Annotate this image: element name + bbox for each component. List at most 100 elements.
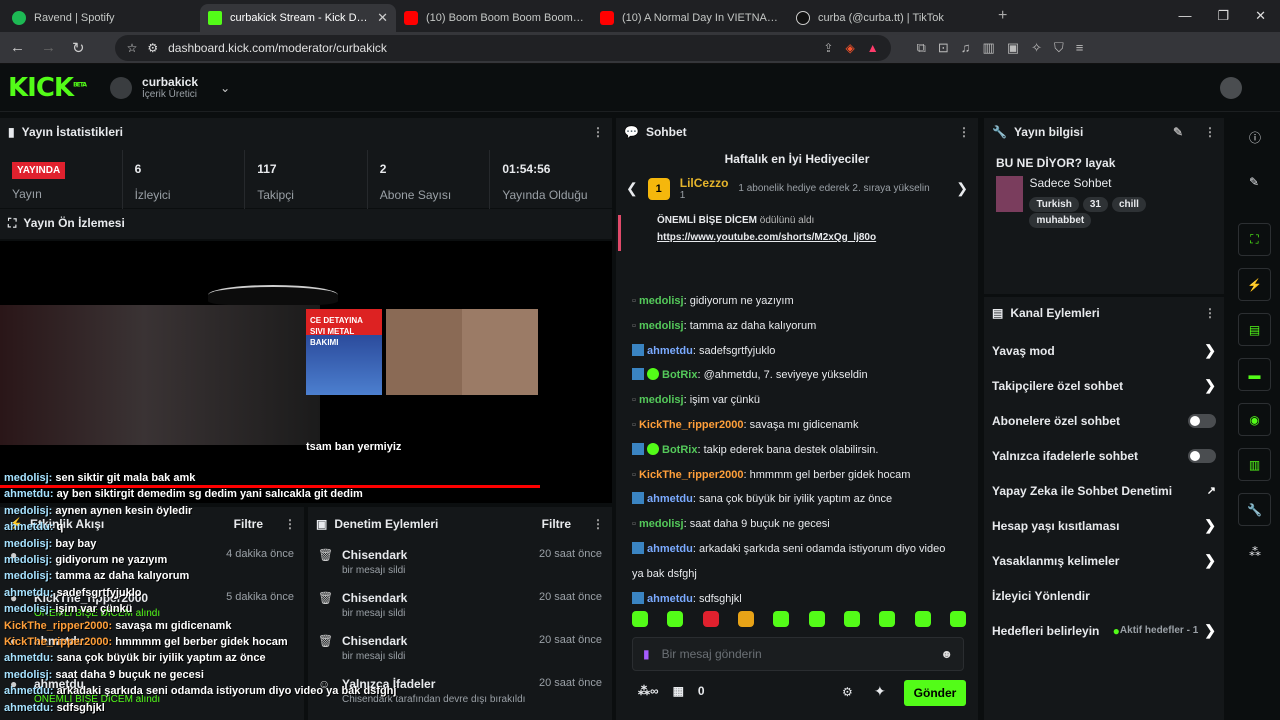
tag[interactable]: chill — [1111, 197, 1146, 212]
reward-link[interactable]: https://www.youtube.com/shorts/M2xQg_lj8… — [657, 232, 978, 251]
rewards-icon[interactable]: ▲ — [867, 41, 879, 55]
user-avatar[interactable] — [1220, 76, 1242, 99]
channel-action-item[interactable]: İzleyici Yönlendir — [984, 578, 1224, 613]
send-button[interactable]: Gönder — [904, 680, 966, 706]
clip-icon[interactable]: ⛶ — [1238, 223, 1271, 256]
emote-icon[interactable] — [737, 611, 754, 627]
stream-preview[interactable]: CE DETAYINA SIVI METAL BAKIMI tsam ban y… — [0, 241, 612, 503]
menu-icon[interactable]: ≡ — [1076, 40, 1084, 56]
tag[interactable]: 31 — [1082, 197, 1108, 212]
emote-icon[interactable] — [808, 611, 825, 627]
channel-switcher[interactable]: curbakick İçerik Üretici — [110, 75, 198, 100]
new-tab-icon[interactable]: + — [998, 7, 1007, 25]
emote-icon[interactable] — [773, 611, 790, 627]
chat-text: : savaşa mı gidicenamk — [743, 418, 859, 431]
more-icon[interactable]: ⋮ — [1204, 125, 1216, 139]
window-controls: — ❐ ✕ — [1178, 8, 1280, 24]
emote-icon[interactable] — [949, 611, 966, 627]
category-name[interactable]: Sadece Sohbet — [1029, 176, 1212, 190]
chat-username[interactable]: medolisj — [639, 394, 684, 406]
lightning-icon[interactable]: ⚡ — [1238, 268, 1271, 301]
sidebar-icon[interactable]: ▥ — [983, 40, 995, 56]
chat-username[interactable]: KickThe_ripper2000 — [639, 419, 744, 431]
channel-action-item[interactable]: Yapay Zeka ile Sohbet Denetimi ↗ — [984, 473, 1224, 508]
close-window-icon[interactable]: ✕ — [1255, 8, 1266, 24]
toggle-switch[interactable] — [1188, 448, 1216, 463]
users-icon[interactable]: ⁂∞ — [638, 684, 659, 698]
brave-shield-icon[interactable]: ◈ — [845, 41, 854, 55]
browser-tab-2[interactable]: (10) Boom Boom Boom Boom - Ukra — [396, 4, 592, 32]
more-icon[interactable]: ⋮ — [958, 125, 970, 139]
wallet-icon[interactable]: ▣ — [1007, 40, 1019, 56]
maximize-icon[interactable]: ❐ — [1217, 8, 1229, 24]
channel-action-item[interactable]: Hedefleri belirleyin ● Aktif hedefler - 1… — [984, 613, 1224, 648]
pencil-icon[interactable]: ✎ — [1249, 175, 1259, 189]
browser-tab-1[interactable]: curbakick Stream - Kick Dashb ✕ — [200, 4, 396, 32]
emote-icon[interactable] — [702, 611, 719, 627]
chat-username[interactable]: ahmetdu — [647, 543, 693, 555]
toggle-switch[interactable] — [1188, 413, 1216, 428]
channel-action-item[interactable]: Yavaş mod ❯ — [984, 333, 1224, 368]
emote-icon[interactable] — [632, 611, 648, 627]
emote-icon[interactable] — [667, 611, 684, 627]
reload-icon[interactable]: ↻ — [72, 39, 85, 57]
browser-tab-4[interactable]: curba (@curba.tt) | TikTok — [788, 4, 984, 32]
chat-username[interactable]: KickThe_ripper2000 — [639, 469, 744, 481]
screenshot-icon[interactable]: ⊡ — [938, 40, 949, 56]
edit-icon[interactable]: ✎ — [1173, 125, 1183, 139]
channel-action-item[interactable]: Takipçilere özel sohbet ❯ — [984, 368, 1224, 403]
emote-icon[interactable] — [914, 611, 931, 627]
bookmark-icon[interactable]: ☆ — [127, 41, 138, 55]
layout-icon[interactable]: ▥ — [1238, 448, 1271, 481]
chat-username[interactable]: ahmetdu — [647, 345, 693, 357]
minimize-icon[interactable]: — — [1178, 8, 1191, 24]
info-icon[interactable]: ⓘ — [1249, 129, 1261, 146]
more-icon[interactable]: ⋮ — [592, 125, 604, 139]
more-icon[interactable]: ⋮ — [592, 517, 604, 531]
chat-input[interactable]: ▮ Bir mesaj gönderin ☻ — [632, 637, 964, 671]
chevron-right-icon[interactable]: ❯ — [956, 180, 968, 197]
mic-icon[interactable]: ▮ — [643, 647, 650, 661]
browser-tab-0[interactable]: Ravend | Spotify — [4, 4, 200, 32]
emoji-icon[interactable]: ☻ — [940, 647, 953, 661]
url-field[interactable]: ☆ ⚙ dashboard.kick.com/moderator/curbaki… — [114, 34, 891, 61]
channel-action-item[interactable]: Yasaklanmış kelimeler ❯ — [984, 543, 1224, 578]
forward-icon[interactable]: → — [41, 39, 56, 56]
chat-username[interactable]: BotRix — [662, 444, 697, 456]
site-info-icon[interactable]: ⚙ — [147, 41, 158, 55]
browser-tab-3[interactable]: (10) A Normal Day In VIETNAM - You — [592, 4, 788, 32]
share-icon[interactable]: ⇪ — [823, 41, 833, 55]
music-icon[interactable]: ♫ — [961, 40, 971, 56]
filter-button[interactable]: Filtre — [542, 517, 571, 531]
mod-icon[interactable]: ✦ — [874, 683, 886, 700]
chat-username[interactable]: medolisj — [639, 295, 684, 307]
extensions-icon[interactable]: ⧉ — [917, 40, 926, 56]
document-icon[interactable]: ▤ — [1238, 313, 1271, 346]
back-icon[interactable]: ← — [10, 39, 25, 56]
emote-icon[interactable] — [879, 611, 896, 627]
emote-icon[interactable] — [843, 611, 860, 627]
community-icon[interactable]: ⁂ — [1249, 545, 1261, 559]
more-icon[interactable]: ⋮ — [1204, 306, 1216, 320]
gift-icon[interactable]: ▦ — [673, 684, 684, 698]
chevron-left-icon[interactable]: ❮ — [626, 180, 638, 197]
chat-icon[interactable]: ▬ — [1238, 358, 1271, 391]
close-tab-icon[interactable]: ✕ — [377, 10, 388, 26]
kick-logo[interactable]: KICKBETA — [8, 73, 87, 103]
chat-username[interactable]: medolisj — [639, 518, 684, 530]
channel-action-item[interactable]: Hesap yaşı kısıtlaması ❯ — [984, 508, 1224, 543]
settings-icon[interactable]: ⚙ — [842, 685, 853, 699]
tag[interactable]: Turkish — [1029, 197, 1079, 212]
chat-username[interactable]: medolisj — [639, 320, 684, 332]
leo-icon[interactable]: ✧ — [1031, 40, 1042, 56]
chat-username[interactable]: ahmetdu — [647, 493, 693, 505]
tag[interactable]: muhabbet — [1029, 213, 1092, 228]
chat-username[interactable]: ahmetdu — [647, 593, 693, 605]
vpn-icon[interactable]: ⛉ — [1054, 40, 1064, 56]
channel-action-item[interactable]: Yalnızca ifadelerle sohbet — [984, 438, 1224, 473]
broadcast-icon[interactable]: ◉ — [1238, 403, 1271, 436]
tools-icon[interactable]: 🔧 — [1238, 493, 1271, 526]
chat-username[interactable]: BotRix — [662, 369, 697, 381]
channel-action-item[interactable]: Abonelere özel sohbet — [984, 403, 1224, 438]
chevron-down-icon[interactable]: ⌄ — [220, 81, 230, 95]
